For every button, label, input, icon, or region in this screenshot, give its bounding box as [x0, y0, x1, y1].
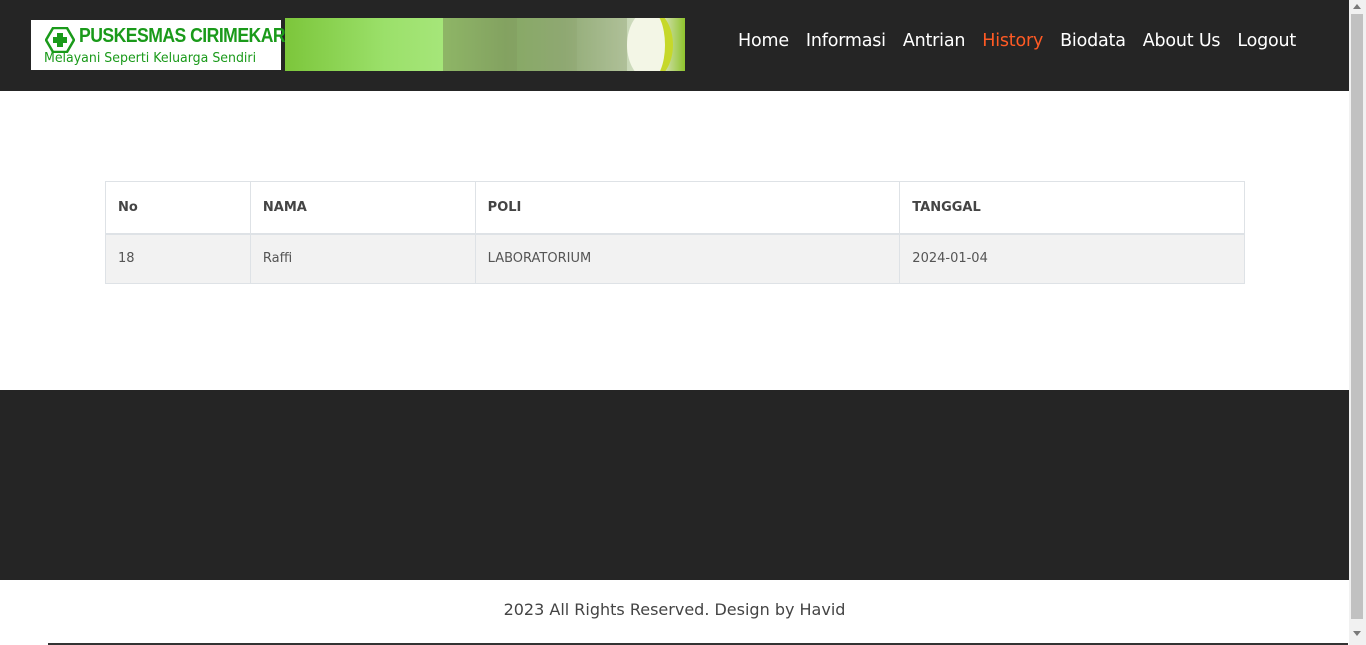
column-header-nama: NAMA: [249, 181, 476, 235]
nav-logout[interactable]: Logout: [1237, 31, 1296, 51]
logo-title: PUSKESMAS CIRIMEKAR: [79, 25, 286, 47]
column-header-tanggal: TANGGAL: [899, 181, 1245, 235]
header-banner-image: [285, 18, 685, 71]
footer-copyright: 2023 All Rights Reserved. Design by Havi…: [503, 600, 846, 619]
table-header-row: No NAMA POLI TANGGAL: [105, 181, 1245, 235]
history-table: No NAMA POLI TANGGAL 18 Raffi LABORATORI…: [105, 181, 1245, 284]
main-nav: Home Informasi Antrian History Biodata A…: [738, 31, 1313, 51]
footer-dark-section: [0, 390, 1349, 580]
scroll-down-arrow-icon[interactable]: [1353, 631, 1361, 636]
nav-about-us[interactable]: About Us: [1143, 31, 1221, 51]
cell-poli: LABORATORIUM: [474, 233, 901, 284]
table-row: 18 Raffi LABORATORIUM 2024-01-04: [105, 233, 1245, 284]
column-header-poli: POLI: [474, 181, 901, 235]
history-table-container: No NAMA POLI TANGGAL 18 Raffi LABORATORI…: [105, 181, 1245, 284]
nav-biodata[interactable]: Biodata: [1060, 31, 1126, 51]
site-header: PUSKESMAS CIRIMEKAR Melayani Seperti Kel…: [0, 0, 1349, 91]
cell-no: 18: [105, 233, 251, 284]
page: PUSKESMAS CIRIMEKAR Melayani Seperti Kel…: [0, 0, 1349, 645]
column-header-no: No: [105, 181, 251, 235]
logo-tagline: Melayani Seperti Keluarga Sendiri: [44, 50, 257, 66]
nav-home[interactable]: Home: [738, 31, 789, 51]
nav-history[interactable]: History: [982, 31, 1043, 51]
cell-tanggal: 2024-01-04: [899, 233, 1245, 284]
scroll-up-arrow-icon[interactable]: [1353, 4, 1361, 9]
scrollbar-thumb[interactable]: [1351, 14, 1363, 619]
vertical-scrollbar[interactable]: [1349, 0, 1366, 645]
site-logo[interactable]: PUSKESMAS CIRIMEKAR Melayani Seperti Kel…: [31, 20, 286, 70]
nav-informasi[interactable]: Informasi: [806, 31, 886, 51]
nav-antrian[interactable]: Antrian: [903, 31, 966, 51]
cell-nama: Raffi: [249, 233, 476, 284]
